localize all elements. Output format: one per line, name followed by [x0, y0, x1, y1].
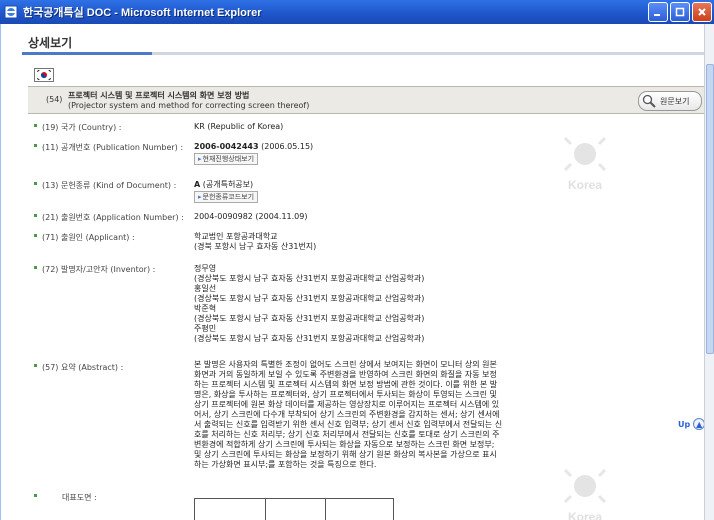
field-label: (71) 출원인 (Applicant) :	[42, 233, 135, 242]
scrollbar-thumb[interactable]	[706, 64, 714, 354]
bullet-icon	[34, 234, 37, 237]
back-to-top-link[interactable]: Up ▲	[678, 418, 706, 430]
bullet-icon	[34, 266, 37, 269]
applicant-name: 학교법인 포항공과대학교	[194, 232, 278, 241]
arrow-icon: ▸	[198, 155, 202, 163]
abstract-line: 상기 프로젝터에 원본 화상 데이터를 제공하는 영상장치로 이루어지는 프로젝…	[194, 400, 500, 409]
watermark-logo-icon	[563, 136, 607, 172]
abstract-line: 변환경에 적합하게 상기 스크린에 투사되는 화상을 자동으로 보정하는 스크린…	[194, 440, 495, 449]
abstract-line: 서 출력되는 신호를 입력받기 위한 센서 신호 입력부; 상기 센서 신호 입…	[194, 420, 503, 429]
close-icon	[698, 8, 706, 16]
window-title: 한국공개특실 DOC - Microsoft Internet Explorer	[23, 7, 262, 19]
inventor-list: 정무영 (경상북도 포항시 남구 효자동 산31번지 포항공과대학교 산업공학과…	[194, 264, 424, 344]
view-original-label: 원문보기	[660, 96, 690, 106]
patent-title-bar: (54) 프로젝터 시스템 및 프로젝터 시스템의 화면 보정 방법 (Proj…	[28, 86, 704, 114]
field-label: (19) 국가 (Country) :	[42, 123, 122, 132]
representative-drawing	[194, 498, 394, 520]
watermark-text: Korea	[567, 178, 602, 192]
bullet-icon	[34, 364, 37, 367]
abstract-line: 및 상기 스크린에 투사되는 화상을 보정하기 위해 상기 원본 화상의 복사본…	[194, 450, 497, 459]
page-title: 상세보기	[28, 36, 73, 50]
ie-app-icon	[4, 5, 18, 19]
minimize-button[interactable]	[648, 2, 668, 22]
korea-watermark: Korea	[545, 130, 625, 192]
view-original-button[interactable]: 원문보기	[638, 91, 702, 111]
inventor-name: 정무영	[194, 264, 217, 273]
inventor-address: (경상북도 포항시 남구 효자동 산31번지 포항공과대학교 산업공학과)	[194, 314, 425, 323]
maximize-button[interactable]	[670, 2, 690, 22]
application-value: 2004-0090982 (2004.11.09)	[194, 212, 308, 221]
field-label: (13) 문헌종류 (Kind of Document) :	[42, 181, 177, 190]
patent-title-english: (Projector system and method for correct…	[68, 101, 310, 110]
magnifier-icon	[642, 94, 656, 108]
maximize-icon	[675, 7, 685, 17]
korea-watermark: Korea	[545, 462, 625, 520]
abstract-line: 하는 프로젝터 시스템 및 프로젝터 시스템의 화면 보정 방법에 관한 것이다…	[194, 380, 498, 389]
bullet-icon	[34, 494, 37, 497]
bullet-icon	[34, 144, 37, 147]
abstract-line: 명은, 화상을 투사하는 프로젝터와, 상기 프로젝터에서 투사되는 화상이 투…	[194, 390, 497, 399]
publication-number: 2006-0042443	[194, 142, 259, 151]
abstract-line: 어서, 상기 스크린에 다수개 부착되어 상기 스크린의 주변환경을 감지하는 …	[194, 410, 500, 419]
abstract-line: 화면과 거의 동일하게 보일 수 있도록 주변환경을 반영하여 스크린 화면의 …	[194, 370, 497, 379]
field-label: (11) 공개번호 (Publication Number) :	[42, 143, 184, 152]
kind-value: A (공개특허공보) ▸문헌종류코드보기	[194, 180, 259, 203]
bullet-icon	[34, 214, 37, 217]
close-button[interactable]	[692, 2, 712, 22]
window-controls	[648, 2, 712, 22]
inventor-name: 주평민	[194, 324, 217, 333]
status-view-label: 현재진행상태보기	[202, 155, 255, 163]
abstract-text: 본 발명은 사용자의 특별한 조정이 없어도 스크린 상에서 보여지는 화면이 …	[194, 360, 584, 470]
window-titlebar[interactable]: 한국공개특실 DOC - Microsoft Internet Explorer	[0, 0, 714, 24]
status-view-button[interactable]: ▸현재진행상태보기	[194, 153, 259, 165]
field-label: (72) 발명자/고안자 (Inventor) :	[42, 265, 156, 274]
inventor-name: 홍일선	[194, 284, 217, 293]
kind-code-view-label: 문헌종류코드보기	[202, 193, 255, 201]
title-code: (54)	[46, 95, 63, 104]
field-label: 대표도면 :	[62, 493, 97, 502]
korea-flag-icon	[34, 68, 54, 82]
inventor-address: (경상북도 포항시 남구 효자동 산31번지 포항공과대학교 산업공학과)	[194, 274, 425, 283]
field-label: (57) 요약 (Abstract) :	[42, 363, 124, 372]
watermark-logo-icon	[563, 468, 607, 504]
minimize-icon	[654, 14, 660, 16]
country-value: KR (Republic of Korea)	[194, 122, 284, 131]
kind-code-view-button[interactable]: ▸문헌종류코드보기	[194, 191, 259, 203]
up-label: Up	[678, 419, 691, 429]
abstract-line: 본 발명은 사용자의 특별한 조정이 없어도 스크린 상에서 보여지는 화면이 …	[194, 360, 497, 369]
applicant-address: (경북 포항시 남구 효자동 산31번지)	[194, 242, 317, 251]
kind-desc: (공개특허공보)	[202, 180, 254, 189]
bullet-icon	[34, 124, 37, 127]
arrow-icon: ▸	[198, 193, 202, 201]
publication-value: 2006-0042443 (2006.05.15) ▸현재진행상태보기	[194, 142, 313, 165]
abstract-line: 하는 가상화면 표시부;를 포함하는 것을 특징으로 한다.	[194, 460, 377, 469]
inventor-address: (경상북도 포항시 남구 효자동 산31번지 포항공과대학교 산업공학과)	[194, 294, 425, 303]
inventor-name: 박준혁	[194, 304, 217, 313]
bullet-icon	[34, 182, 37, 185]
patent-title-korean: 프로젝터 시스템 및 프로젝터 시스템의 화면 보정 방법	[68, 91, 250, 100]
kind-code: A	[194, 180, 201, 189]
applicant-value: 학교법인 포항공과대학교 (경북 포항시 남구 효자동 산31번지)	[194, 232, 316, 252]
inventor-address: (경상북도 포항시 남구 효자동 산31번지 포항공과대학교 산업공학과)	[194, 334, 425, 343]
vertical-scrollbar[interactable]	[704, 24, 714, 520]
field-label: (21) 출원번호 (Application Number) :	[42, 213, 184, 222]
title-divider-accent	[22, 52, 152, 55]
publication-date: (2006.05.15)	[261, 142, 314, 151]
watermark-text: Korea	[567, 510, 602, 520]
abstract-line: 호를 처리하는 신호 처리부; 상기 신호 처리부에서 전달되는 신호를 토대로…	[194, 430, 500, 439]
